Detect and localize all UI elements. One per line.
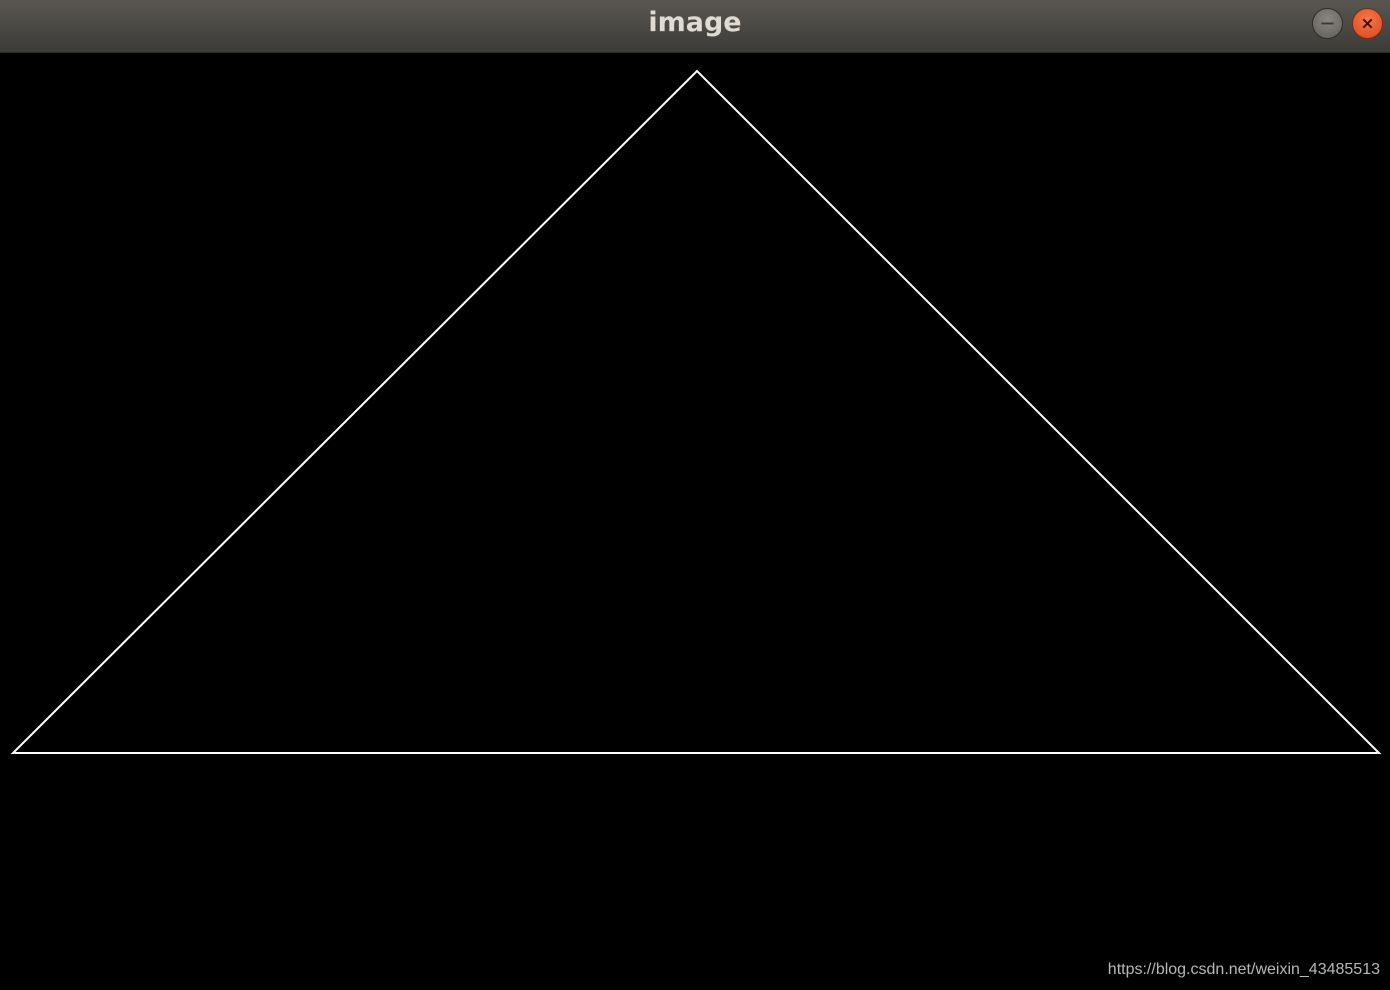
close-button[interactable] [1352,8,1383,39]
watermark-url: https://blog.csdn.net/weixin_43485513 [1107,961,1380,978]
minimize-icon [1321,22,1334,25]
triangle-outline [10,69,1382,754]
minimize-button[interactable] [1312,8,1343,39]
window-title: image [648,7,742,38]
close-icon [1362,18,1373,29]
image-canvas [0,53,1390,990]
image-window: image https://blog.csdn.net/weixin_43485… [0,0,1390,990]
triangle-drawing [10,69,1382,754]
title-bar[interactable]: image [0,0,1390,53]
